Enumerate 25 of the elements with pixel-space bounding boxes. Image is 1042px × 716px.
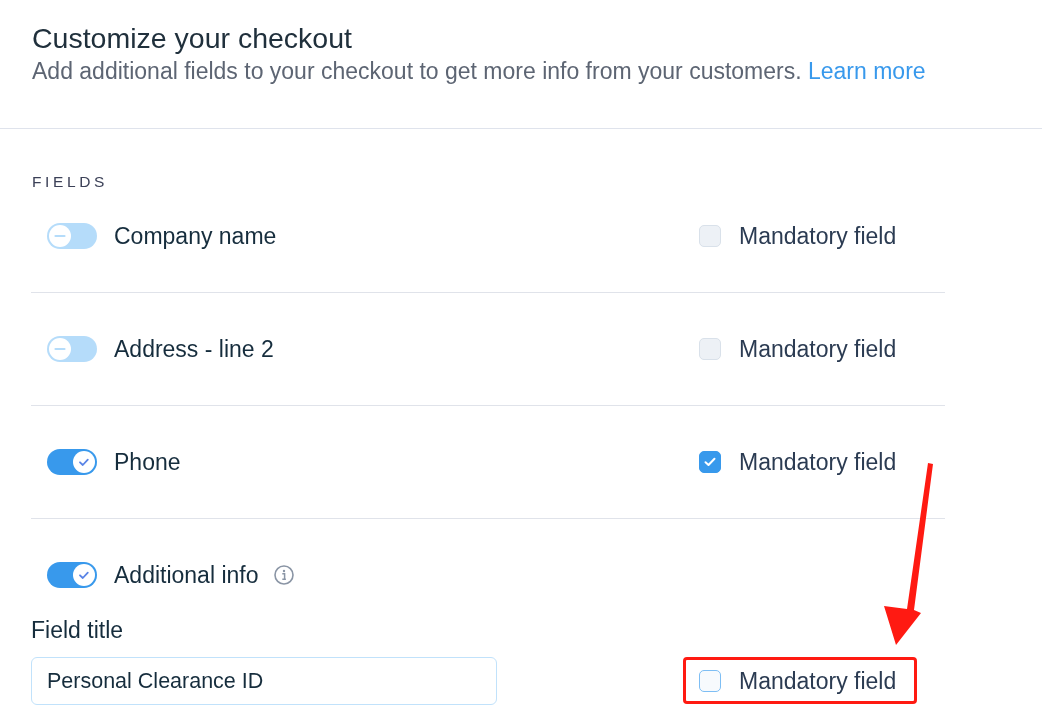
toggle-switch[interactable] xyxy=(47,223,97,249)
toggle-switch[interactable] xyxy=(47,336,97,362)
checkbox[interactable] xyxy=(699,670,721,692)
field-name: Additional info xyxy=(114,562,259,588)
checkbox[interactable] xyxy=(699,451,721,473)
page-title: Customize your checkout xyxy=(32,21,352,55)
minus-icon xyxy=(49,338,71,360)
checkbox-label: Mandatory field xyxy=(739,223,897,249)
field-name: Address - line 2 xyxy=(114,336,274,362)
check-icon xyxy=(73,564,95,586)
toggle-switch[interactable] xyxy=(47,562,97,588)
check-icon xyxy=(73,451,95,473)
field-name: Company name xyxy=(114,223,277,249)
info-icon[interactable] xyxy=(273,565,294,585)
toggle-switch[interactable] xyxy=(47,449,97,475)
field-name: Phone xyxy=(114,449,181,475)
checkbox-label: Mandatory field xyxy=(739,336,897,362)
page-description: Add additional fields to your checkout to get more info from your customers. Learn more xyxy=(32,57,926,85)
checkbox-label: Mandatory field xyxy=(739,449,897,475)
field-title-label: Field title xyxy=(31,617,124,643)
field-title-input[interactable]: Personal Clearance ID xyxy=(31,657,497,705)
minus-icon xyxy=(49,225,71,247)
check-icon xyxy=(704,457,716,467)
section-heading: FIELDS xyxy=(31,173,108,191)
checkbox-label: Mandatory field xyxy=(739,668,897,694)
